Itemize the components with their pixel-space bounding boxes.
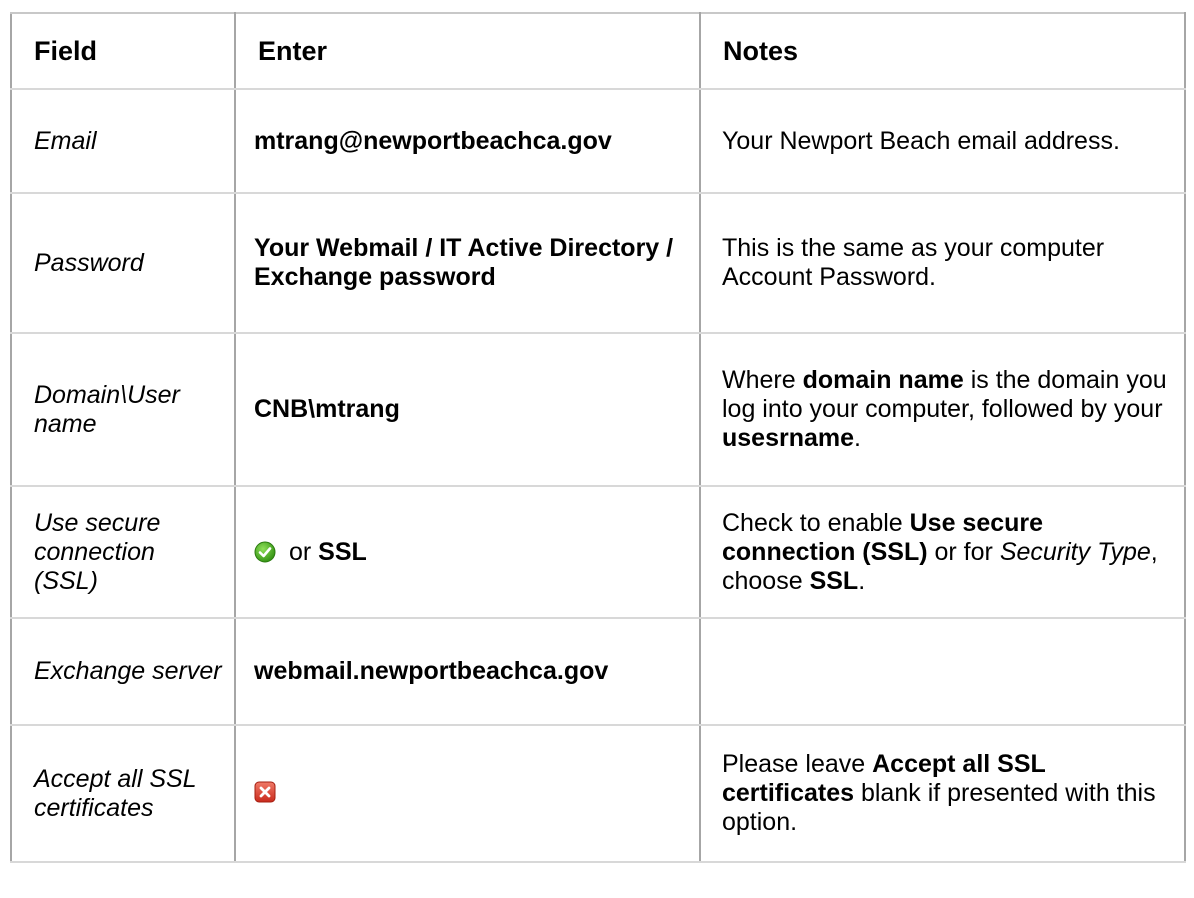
notes-text: or for [927,537,1000,566]
header-notes: Notes [699,12,1186,90]
enter-exchange-server: webmail.newportbeachca.gov [234,617,701,726]
field-exchange-server: Exchange server [10,617,236,726]
notes-bold-domain-name: domain name [802,366,964,394]
notes-password: This is the same as your computer Accoun… [699,192,1186,334]
header-enter: Enter [234,12,701,90]
notes-secure-connection: Check to enable Use secure connection (S… [699,485,1186,619]
field-domain-user: Domain\User name [10,332,236,487]
notes-text: . [858,566,866,595]
table-row: Exchange server webmail.newportbeachca.g… [10,617,1186,726]
enter-secure-connection: or SSL [234,485,701,619]
field-secure-connection: Use secure connection (SSL) [10,485,236,619]
notes-text: Check to enable [722,508,910,537]
field-password: Password [10,192,236,334]
settings-document: Field Enter Notes Email mtrang@newportbe… [0,0,1194,898]
enter-password: Your Webmail / IT Active Directory / Exc… [234,192,701,334]
table-row: Domain\User name CNB\mtrang Where domain… [10,332,1186,487]
table-row: Password Your Webmail / IT Active Direct… [10,192,1186,334]
notes-text: Please leave [722,750,873,778]
field-email: Email [10,88,236,194]
notes-email: Your Newport Beach email address. [699,88,1186,194]
table-row: Use secure connection (SSL) or SSL Check… [10,485,1186,619]
table-header-row: Field Enter Notes [10,12,1186,90]
enter-domain-user: CNB\mtrang [234,332,701,487]
field-accept-ssl: Accept all SSL certificates [10,724,236,863]
table-row: Email mtrang@newportbeachca.gov Your New… [10,88,1186,194]
notes-text: Where [722,366,803,394]
header-field: Field [10,12,236,90]
green-check-icon [254,541,276,563]
table-row: Accept all SSL certificates Please leave… [10,724,1186,863]
exchange-settings-table: Field Enter Notes Email mtrang@newportbe… [10,12,1186,863]
notes-accept-ssl: Please leave Accept all SSL certificates… [699,724,1186,863]
notes-bold-ssl: SSL [809,566,859,595]
enter-or-text: or [288,537,312,566]
notes-italic-security-type: Security Type [999,537,1151,566]
enter-accept-ssl [234,724,701,863]
notes-domain-user: Where domain name is the domain you log … [699,332,1186,487]
enter-ssl-value: SSL [318,537,367,566]
red-x-icon [254,781,276,803]
notes-bold-username: usesrname [722,424,855,452]
enter-email: mtrang@newportbeachca.gov [234,88,701,194]
notes-exchange-server [699,617,1186,726]
notes-text: . [854,424,861,452]
